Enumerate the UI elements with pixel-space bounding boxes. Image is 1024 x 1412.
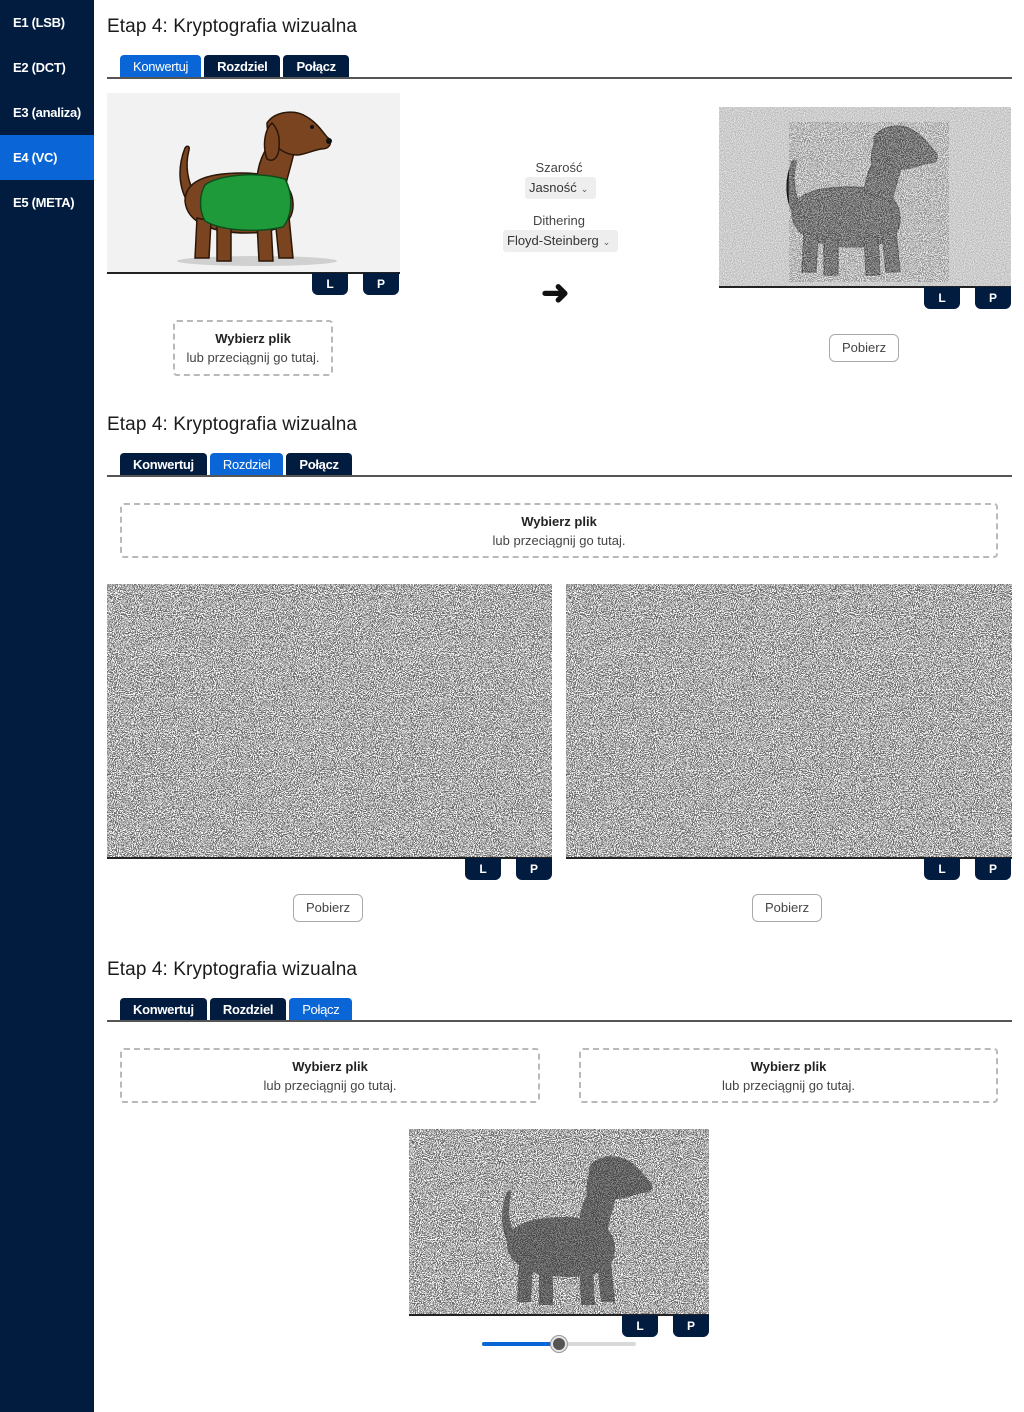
tab-divider [107,77,1012,79]
sidebar-item-e2[interactable]: E2 (DCT) [0,45,94,90]
source-image [107,93,400,273]
right-button[interactable]: P [363,273,399,295]
dropzone-subtitle: lub przeciągnij go tutaj. [492,533,626,548]
sidebar-item-e4[interactable]: E4 (VC) [0,135,94,180]
file-dropzone-right[interactable]: Wybierz plik lub przeciągnij go tutaj. [579,1048,998,1103]
grayscale-select[interactable]: Jasność ⌄ [525,177,597,199]
dithering-value: Floyd-Steinberg [507,233,599,248]
tab-polacz[interactable]: Połącz [289,998,353,1022]
tab-divider [107,1020,1012,1022]
grayscale-label: Szarość [535,160,583,175]
dropzone-subtitle: lub przeciągnij go tutaj. [263,1078,397,1093]
dropzone-subtitle: lub przeciągnij go tutaj. [722,1078,855,1093]
sidebar-item-e5[interactable]: E5 (META) [0,180,94,225]
tab-bar: Konwertuj Rozdziel Połącz [120,55,349,79]
download-button[interactable]: Pobierz [293,894,364,922]
section-split: Etap 4: Kryptografia wizualna Konwertuj … [107,400,1012,940]
chevron-down-icon: ⌄ [580,184,589,194]
left-button[interactable]: L [312,273,348,295]
share-image-left [107,584,552,858]
chevron-down-icon: ⌄ [602,237,611,247]
left-button[interactable]: L [465,858,501,880]
tab-bar: Konwertuj Rozdziel Połącz [120,998,353,1022]
download-button[interactable]: Pobierz [752,894,823,922]
page-title: Etap 4: Kryptografia wizualna [107,959,358,980]
share-image-right [566,584,1012,858]
tab-polacz[interactable]: Połącz [286,453,352,477]
dithering-label: Dithering [532,213,586,228]
left-button[interactable]: L [622,1315,658,1337]
file-dropzone-left[interactable]: Wybierz plik lub przeciągnij go tutaj. [120,1048,540,1103]
arrow-right-icon: ➜ [541,274,570,312]
image-baseline [409,1314,709,1316]
slider-thumb[interactable] [551,1336,567,1352]
tab-bar: Konwertuj Rozdziel Połącz [120,453,352,477]
dropzone-title: Wybierz plik [215,331,291,346]
slider-fill [482,1342,559,1346]
download-button[interactable]: Pobierz [829,334,900,362]
tab-divider [107,475,1012,477]
combined-image [409,1129,709,1315]
left-button[interactable]: L [924,858,960,880]
left-button[interactable]: L [924,287,960,309]
dropzone-title: Wybierz plik [750,1059,827,1074]
page-title: Etap 4: Kryptografia wizualna [107,414,358,435]
file-dropzone[interactable]: Wybierz plik lub przeciągnij go tutaj. [173,320,333,376]
page-title: Etap 4: Kryptografia wizualna [107,16,358,37]
image-baseline [719,286,1011,288]
tab-rozdziel[interactable]: Rozdziel [209,998,287,1022]
tab-konwertuj[interactable]: Konwertuj [120,998,207,1022]
section-convert: Etap 4: Kryptografia wizualna Konwertuj … [107,0,1012,390]
tab-konwertuj[interactable]: Konwertuj [120,453,207,477]
dithering-select[interactable]: Floyd-Steinberg ⌄ [503,230,619,252]
grayscale-value: Jasność [529,180,577,195]
dropzone-subtitle: lub przeciągnij go tutaj. [186,350,320,365]
dropzone-title: Wybierz plik [521,514,597,529]
tab-polacz[interactable]: Połącz [283,55,349,79]
sidebar-item-e3[interactable]: E3 (analiza) [0,90,94,135]
image-baseline [107,272,400,274]
right-button[interactable]: P [975,858,1011,880]
sidebar-item-e1[interactable]: E1 (LSB) [0,0,94,45]
tab-rozdziel[interactable]: Rozdziel [209,453,284,477]
right-button[interactable]: P [975,287,1011,309]
right-button[interactable]: P [673,1315,709,1337]
overlay-slider[interactable] [482,1336,636,1352]
section-combine: Etap 4: Kryptografia wizualna Konwertuj … [107,945,1012,1365]
tab-rozdziel[interactable]: Rozdziel [204,55,281,79]
tab-konwertuj[interactable]: Konwertuj [120,55,202,79]
file-dropzone[interactable]: Wybierz plik lub przeciągnij go tutaj. [120,503,998,558]
dropzone-title: Wybierz plik [292,1059,368,1074]
dithered-image [719,107,1011,287]
sidebar: E1 (LSB) E2 (DCT) E3 (analiza) E4 (VC) E… [0,0,94,1412]
right-button[interactable]: P [516,858,552,880]
